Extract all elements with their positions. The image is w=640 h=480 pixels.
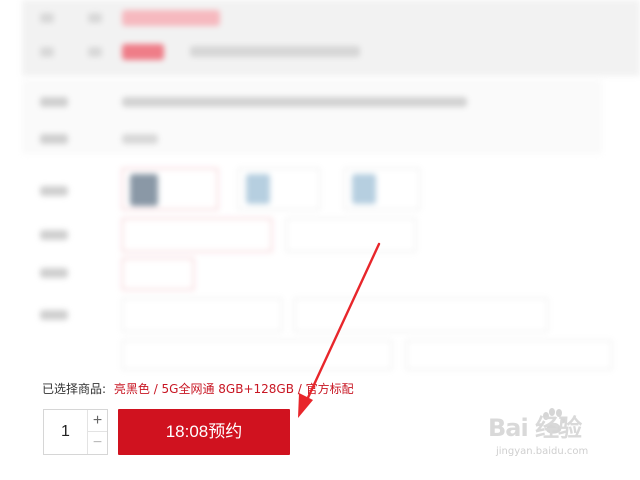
blur-tag xyxy=(122,44,164,60)
minus-button[interactable]: − xyxy=(87,432,107,454)
blur-label xyxy=(40,310,68,320)
blur-package-option xyxy=(122,298,282,332)
blur-label xyxy=(40,230,68,240)
blur-package-option xyxy=(406,340,612,370)
quantity-stepper[interactable]: 1 + − xyxy=(43,409,108,455)
selected-label: 已选择商品: xyxy=(42,382,107,396)
blur-label xyxy=(40,186,68,196)
quantity-value[interactable]: 1 xyxy=(44,410,87,454)
selected-value: 亮黑色 / 5G全网通 8GB+128GB / 官方标配 xyxy=(113,382,354,396)
blur-swatch xyxy=(130,174,158,206)
blur-label xyxy=(40,268,68,278)
blur-package-option xyxy=(122,340,392,370)
reserve-button[interactable]: 18:08预约 xyxy=(118,409,290,455)
blur-label xyxy=(40,134,68,144)
plus-button[interactable]: + xyxy=(87,410,107,432)
blur-text xyxy=(122,97,467,107)
blur-color-option xyxy=(344,168,420,210)
blur-storage-option xyxy=(122,258,194,290)
watermark-url: jingyan.baidu.com xyxy=(496,446,589,457)
baidu-jingyan-watermark: Bai 经验 jingyan.baidu.com xyxy=(488,408,628,470)
blur-block xyxy=(40,47,54,57)
blurred-product-options xyxy=(0,0,640,372)
price-band xyxy=(22,0,640,76)
blur-version-option xyxy=(286,218,416,252)
blur-color-option xyxy=(238,168,320,210)
watermark-logo-text: Bai 经验 xyxy=(488,414,582,442)
blur-text xyxy=(190,46,360,57)
blur-text xyxy=(122,134,158,144)
blur-row xyxy=(22,80,602,154)
blur-block xyxy=(40,13,54,23)
blur-label xyxy=(40,97,68,107)
blur-package-option xyxy=(294,298,548,332)
blur-block xyxy=(88,47,102,57)
blur-swatch xyxy=(352,174,376,204)
selected-product-line: 已选择商品: 亮黑色 / 5G全网通 8GB+128GB / 官方标配 xyxy=(42,381,354,397)
blur-swatch xyxy=(246,174,270,204)
blur-version-option xyxy=(122,218,272,252)
blur-block xyxy=(88,13,102,23)
blur-price xyxy=(122,10,220,26)
blur-color-option xyxy=(122,168,218,210)
